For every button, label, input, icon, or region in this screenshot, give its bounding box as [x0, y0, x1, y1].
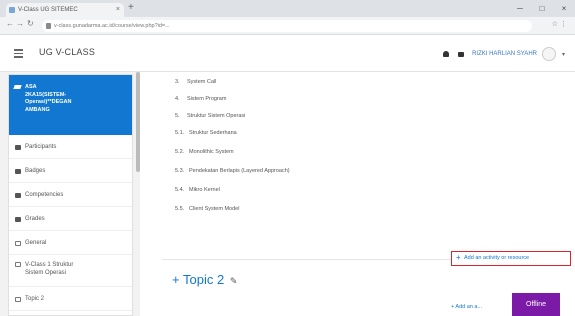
add-activity-label: Add an activity or resource — [464, 255, 530, 261]
sidebar-item-topic-2[interactable]: Topic 2 — [9, 288, 132, 311]
notification-bell-icon[interactable] — [443, 51, 450, 57]
tab-close-icon[interactable]: × — [116, 3, 120, 17]
badge-icon — [15, 169, 21, 174]
list-item: 5.1. Struktur Sederhana — [175, 130, 237, 136]
offline-badge[interactable]: Offline — [512, 293, 560, 316]
list-item: 3. System Call — [175, 79, 217, 85]
list-item: 4. Sistem Program — [175, 96, 227, 102]
sidebar-item-competencies[interactable]: Competencies — [9, 184, 132, 207]
browser-menu-icon[interactable]: ☆ ⋮ — [552, 20, 567, 28]
course-name-line: 2KA15(SISTEM- — [25, 91, 67, 98]
sidebar-item-topic-1[interactable]: V-Class 1 Struktur Sistem Operasi — [9, 256, 132, 287]
add-activity-button[interactable]: + Add an activity or resource — [451, 251, 571, 266]
browser-tab-bar: V-Class UG SITEMEC × + ─ □ × — [0, 0, 575, 17]
sidebar-item-grades[interactable]: Grades — [9, 208, 132, 231]
course-name-line: ASA — [25, 84, 37, 90]
messages-icon[interactable] — [458, 51, 465, 57]
list-item: 5.2. Monolithic System — [175, 149, 234, 155]
new-tab-button[interactable]: + — [128, 2, 134, 13]
url-text: v-class.gunadarma.ac.id/course/view.php?… — [54, 23, 170, 29]
sidebar-item-course[interactable]: ASA 2KA15(SISTEM- Operasi)**DEGAN AMBANG — [9, 75, 132, 135]
plus-icon: + — [456, 253, 461, 262]
sidebar-item-label: General — [25, 240, 47, 246]
browser-tab[interactable]: V-Class UG SITEMEC × — [6, 3, 124, 17]
section-title[interactable]: + Topic 2 ✎ — [172, 272, 237, 287]
folder-icon — [15, 262, 21, 267]
nav-drawer: ASA 2KA15(SISTEM- Operasi)**DEGAN AMBANG… — [0, 72, 140, 316]
address-bar-row: ← → ↻ v-class.gunadarma.ac.id/course/vie… — [0, 17, 575, 35]
sidebar-item-badges[interactable]: Badges — [9, 160, 132, 183]
back-icon[interactable]: ← — [6, 19, 14, 28]
favicon-icon — [9, 7, 15, 13]
sidebar-item-general[interactable]: General — [9, 232, 132, 255]
sidebar-item-label: Topic 2 — [25, 296, 45, 302]
course-name-line: Operasi)**DEGAN — [25, 99, 72, 105]
sidebar-item-participants[interactable]: Participants — [9, 136, 132, 159]
folder-icon — [15, 297, 21, 302]
maximize-button[interactable]: □ — [531, 0, 553, 17]
add-activity-button-2[interactable]: + Add an a... — [451, 304, 482, 310]
drawer-panel: ASA 2KA15(SISTEM- Operasi)**DEGAN AMBANG… — [8, 74, 133, 316]
tab-title: V-Class UG SITEMEC — [18, 7, 78, 13]
url-input[interactable]: v-class.gunadarma.ac.id/course/view.php?… — [42, 20, 532, 32]
list-item: 5.4. Mikro Kernel — [175, 187, 220, 193]
window-controls: ─ □ × — [509, 0, 575, 17]
user-nav: RIZKI HARLIAN SYAHR ▾ — [443, 46, 565, 62]
site-navbar: UG V-CLASS RIZKI HARLIAN SYAHR ▾ — [0, 36, 575, 72]
forward-icon[interactable]: → — [16, 19, 24, 28]
expand-icon[interactable]: + — [172, 272, 180, 287]
main-content: 3. System Call 4. Sistem Program 5. Struktu… — [140, 72, 575, 316]
table-icon — [15, 217, 21, 222]
close-window-button[interactable]: × — [553, 0, 575, 17]
pencil-icon[interactable]: ✎ — [230, 276, 238, 286]
user-name[interactable]: RIZKI HARLIAN SYAHR — [472, 51, 537, 57]
sidebar-item-label: Badges — [25, 168, 46, 174]
minimize-button[interactable]: ─ — [509, 0, 531, 17]
folder-icon — [15, 241, 21, 246]
users-icon — [15, 145, 21, 150]
checklist-icon — [15, 193, 21, 198]
sidebar-item-label: Sistem Operasi — [25, 270, 67, 276]
list-item: 5. Struktur Sistem Operasi — [175, 113, 246, 119]
sidebar-item-label: V-Class 1 Struktur — [25, 262, 74, 268]
menu-toggle-icon[interactable] — [14, 49, 23, 60]
graduation-cap-icon — [13, 85, 22, 89]
list-item: 5.3. Pendekatan Berlapis (Layered Approac… — [175, 168, 290, 174]
reload-icon[interactable]: ↻ — [27, 19, 34, 28]
sidebar-item-label: Competencies — [25, 192, 64, 198]
chevron-down-icon[interactable]: ▾ — [562, 51, 565, 58]
lock-icon — [46, 23, 51, 29]
section-title-text: Topic 2 — [182, 272, 225, 287]
avatar[interactable] — [541, 47, 556, 61]
sidebar-item-label: Grades — [25, 216, 45, 222]
course-name-line: AMBANG — [25, 106, 50, 113]
list-item: 5.5. Client System Model — [175, 206, 240, 212]
sidebar-item-label: Participants — [25, 144, 57, 150]
site-brand[interactable]: UG V-CLASS — [39, 47, 95, 57]
